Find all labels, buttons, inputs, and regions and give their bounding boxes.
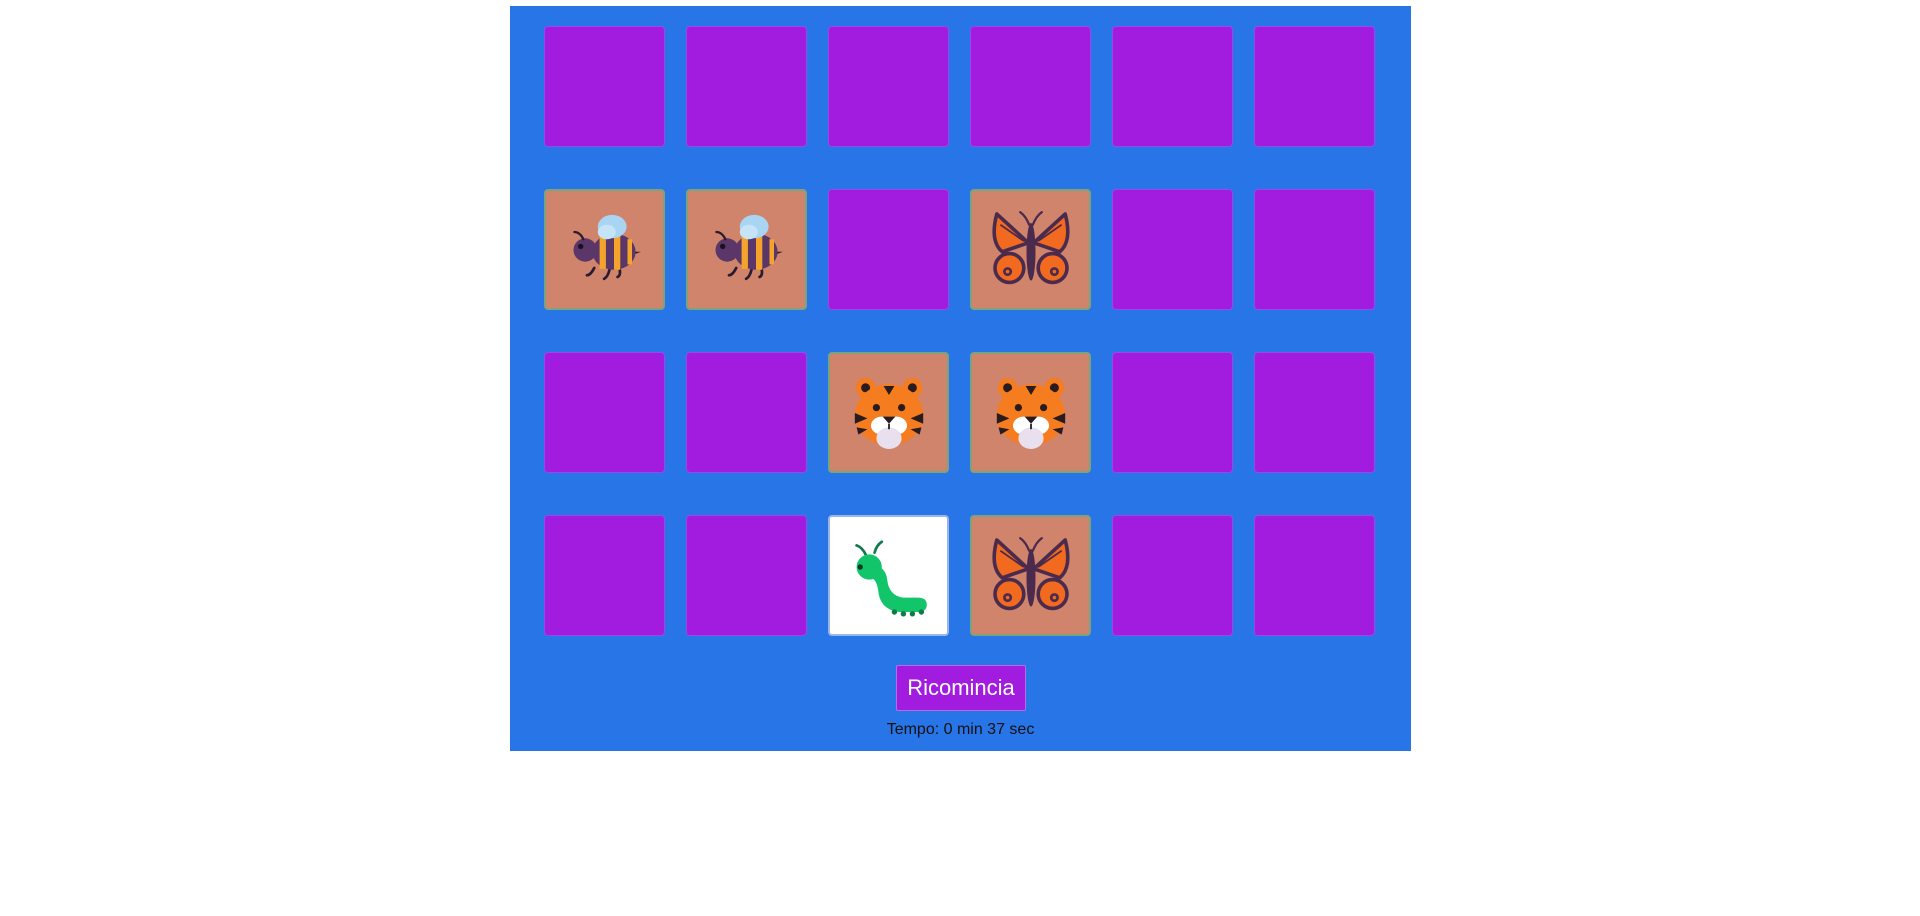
memory-card[interactable] [828,352,949,473]
memory-card[interactable] [686,352,807,473]
memory-card[interactable] [970,515,1091,636]
card-grid [544,26,1375,636]
bee-icon [714,214,783,280]
memory-card[interactable] [970,26,1091,147]
timer-display: Tempo: 0 min 37 sec [886,721,1035,738]
butterfly-icon [991,536,1070,610]
memory-card[interactable] [828,515,949,636]
memory-card[interactable] [1112,515,1233,636]
memory-card[interactable] [544,352,665,473]
memory-card[interactable] [686,189,807,310]
memory-card[interactable] [544,189,665,310]
memory-card[interactable] [1254,189,1375,310]
memory-card[interactable] [1254,352,1375,473]
memory-card[interactable] [1254,515,1375,636]
memory-card[interactable] [544,515,665,636]
memory-card[interactable] [1254,26,1375,147]
memory-card[interactable] [1112,26,1233,147]
bee-icon [572,214,641,280]
butterfly-icon [991,210,1070,284]
memory-card[interactable] [828,26,949,147]
memory-card[interactable] [970,189,1091,310]
game-board: Ricomincia Tempo: 0 min 37 sec [510,6,1411,751]
memory-card[interactable] [1112,352,1233,473]
caterpillar-icon [854,539,927,616]
memory-card[interactable] [686,26,807,147]
tiger-icon [996,377,1065,449]
memory-card[interactable] [686,515,807,636]
memory-card[interactable] [1112,189,1233,310]
memory-card[interactable] [970,352,1091,473]
restart-button[interactable]: Ricomincia [896,665,1026,711]
memory-card[interactable] [544,26,665,147]
tiger-icon [854,377,923,449]
memory-card[interactable] [828,189,949,310]
